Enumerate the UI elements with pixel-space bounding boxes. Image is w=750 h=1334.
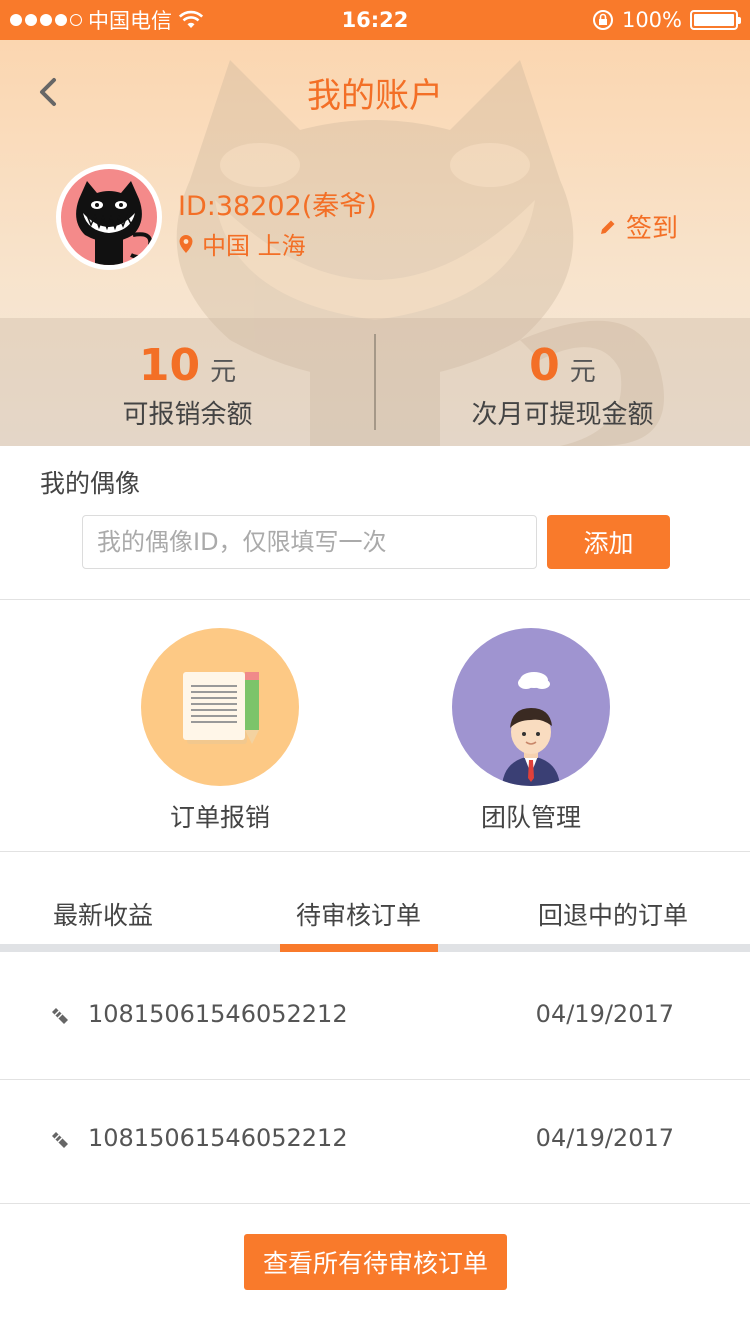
tab-pending-orders[interactable]: 待审核订单 [296, 896, 421, 932]
order-id: 10815061546052212 [88, 1124, 348, 1152]
tab-latest-earnings[interactable]: 最新收益 [53, 896, 153, 932]
withdrawable-balance: 0 元 次月可提现金额 [375, 318, 750, 446]
view-all-pending-button[interactable]: 查看所有待审核订单 [244, 1234, 507, 1290]
team-manage-button[interactable]: 团队管理 [451, 628, 611, 834]
idol-title: 我的偶像 [40, 469, 141, 498]
reimbursable-value: 10 [138, 340, 201, 391]
order-date: 04/19/2017 [535, 1124, 674, 1152]
cat-avatar-icon [76, 181, 153, 265]
order-date: 04/19/2017 [535, 1000, 674, 1028]
user-id: ID:38202(秦爷) [178, 191, 377, 222]
team-manage-label: 团队管理 [480, 803, 581, 832]
battery-percent: 100% [621, 8, 682, 32]
status-bar: 中国电信 16:22 100% [0, 0, 750, 40]
order-tabs: 最新收益 待审核订单 回退中的订单 [0, 852, 750, 952]
reimbursable-unit: 元 [210, 357, 237, 387]
tag-icon [52, 1132, 68, 1148]
tag-icon [52, 1008, 68, 1024]
active-tab-indicator [280, 944, 438, 952]
balance-band: 10 元 可报销余额 0 元 次月可提现金额 [0, 318, 750, 446]
team-manage-icon [452, 628, 610, 786]
status-right: 100% [592, 0, 741, 40]
pencil-icon [600, 220, 615, 234]
rotation-lock-icon [592, 10, 613, 30]
add-idol-button[interactable]: 添加 [547, 515, 670, 569]
user-location: 中国 上海 [178, 226, 306, 261]
location-text: 中国 上海 [202, 232, 306, 260]
quick-actions: 订单报销 团队管理 [0, 600, 750, 852]
checkin-button[interactable]: 签到 [598, 208, 678, 245]
account-header: 我的账户 ID:38202(秦爷) 中国 上海 签到 10 元 可报销余额 0 … [0, 40, 750, 446]
order-reimburse-icon [141, 628, 299, 786]
withdraw-value: 0 [529, 340, 560, 391]
order-row[interactable]: 10815061546052212 04/19/2017 [0, 1080, 750, 1204]
page-title: 我的账户 [307, 76, 443, 116]
order-reimburse-label: 订单报销 [169, 803, 270, 832]
withdraw-label: 次月可提现金额 [471, 400, 654, 430]
reimbursable-balance: 10 元 可报销余额 [0, 318, 375, 446]
order-id: 10815061546052212 [88, 1000, 348, 1028]
order-reimburse-button[interactable]: 订单报销 [140, 628, 300, 834]
idol-id-input[interactable] [82, 515, 537, 569]
order-row[interactable]: 10815061546052212 04/19/2017 [0, 956, 750, 1080]
idol-section: 我的偶像 添加 [0, 446, 750, 600]
checkin-label: 签到 [625, 214, 678, 244]
tab-returned-orders[interactable]: 回退中的订单 [538, 896, 688, 932]
battery-icon [690, 10, 741, 30]
reimbursable-label: 可报销余额 [122, 400, 253, 430]
map-pin-icon [179, 234, 193, 253]
withdraw-unit: 元 [569, 357, 596, 387]
avatar[interactable] [56, 164, 162, 270]
